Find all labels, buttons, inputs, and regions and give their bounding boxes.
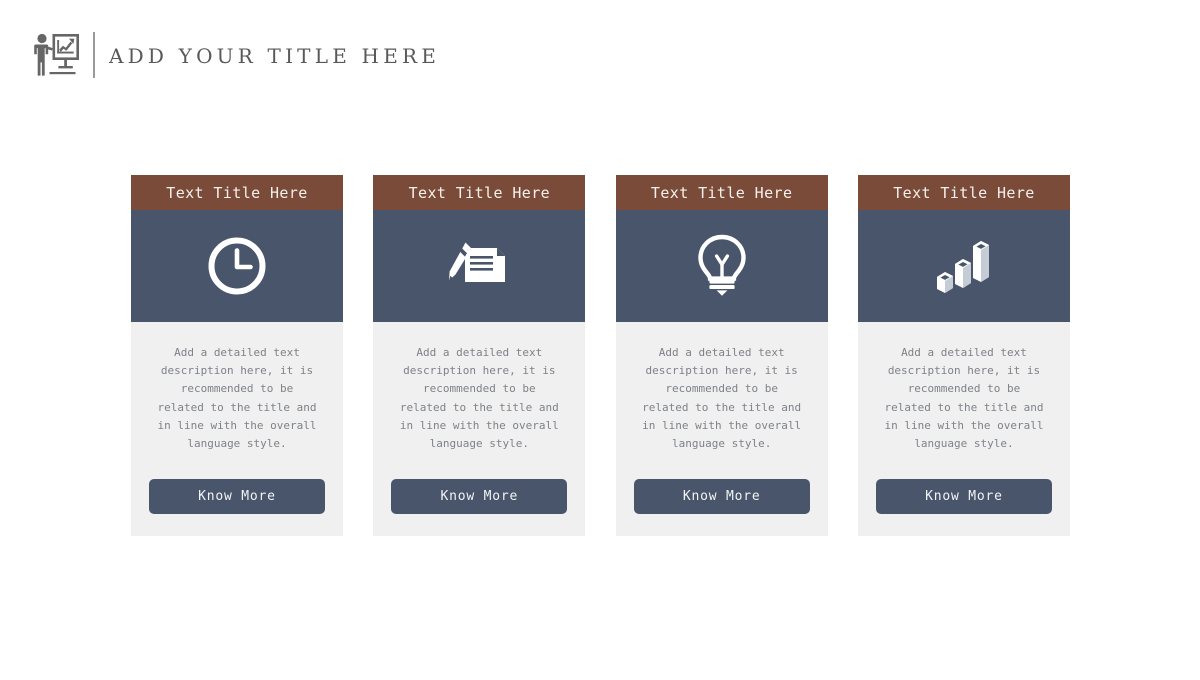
card-title-band: Text Title Here xyxy=(857,175,1070,210)
card-title: Text Title Here xyxy=(166,183,308,202)
card-icon-band xyxy=(131,210,343,322)
pen-document-icon xyxy=(447,238,511,294)
bar-chart-3d-icon xyxy=(931,235,997,297)
card-title: Text Title Here xyxy=(408,183,551,202)
feature-card[interactable]: Text Title Here Add a detailed text desc… xyxy=(131,175,343,537)
page-title: ADD YOUR TITLE HERE xyxy=(109,44,441,68)
lightbulb-icon xyxy=(696,234,748,298)
clock-icon xyxy=(206,235,268,297)
card-description: Add a detailed text description here, it… xyxy=(884,346,1044,451)
know-more-button[interactable]: Know More xyxy=(633,479,810,515)
feature-card[interactable]: Text Title Here Add a detailed text desc… xyxy=(373,175,586,537)
know-more-button[interactable]: Know More xyxy=(391,479,568,515)
card-title: Text Title Here xyxy=(650,183,793,202)
feature-card[interactable]: Text Title Here Add a detailed text desc… xyxy=(857,175,1070,537)
know-more-button[interactable]: Know More xyxy=(875,479,1052,515)
feature-card[interactable]: Text Title Here Add a detailed text desc… xyxy=(615,175,828,537)
know-more-button[interactable]: Know More xyxy=(149,479,325,515)
card-description: Add a detailed text description here, it… xyxy=(399,346,559,451)
card-title-band: Text Title Here xyxy=(373,175,586,210)
card-title-band: Text Title Here xyxy=(615,175,828,210)
feature-card-row: Text Title Here Add a detailed text desc… xyxy=(131,175,1070,537)
header-divider xyxy=(93,32,95,78)
card-icon-band xyxy=(857,210,1070,322)
card-icon-band xyxy=(615,210,828,322)
card-icon-band xyxy=(373,210,586,322)
card-description: Add a detailed text description here, it… xyxy=(642,346,802,451)
card-title: Text Title Here xyxy=(893,183,1035,202)
card-description: Add a detailed text description here, it… xyxy=(157,346,317,451)
presenter-chart-icon xyxy=(31,31,83,79)
card-title-band: Text Title Here xyxy=(131,175,343,210)
page-header: ADD YOUR TITLE HERE xyxy=(0,0,1200,110)
